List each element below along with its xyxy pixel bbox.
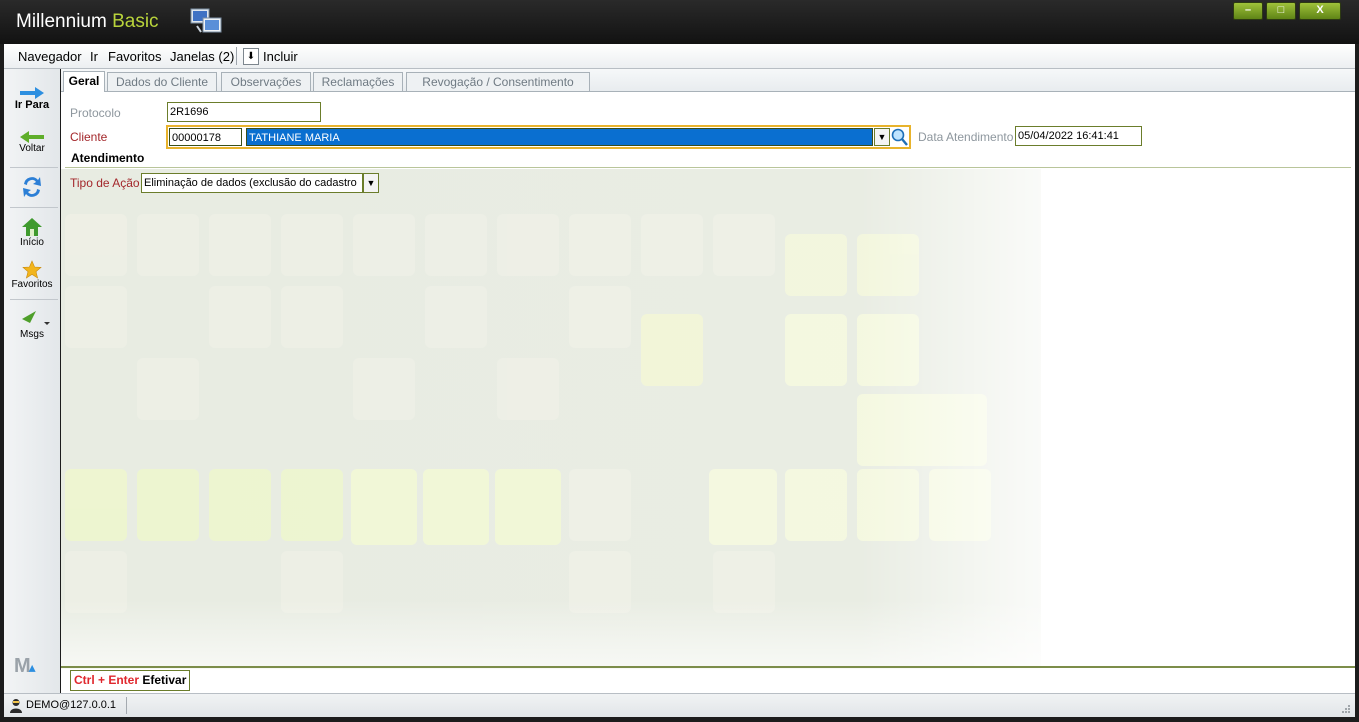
- data-atendimento-field[interactable]: 05/04/2022 16:41:41: [1015, 126, 1142, 146]
- status-separator: [126, 697, 127, 714]
- sidebar-label-voltar: Voltar: [19, 143, 45, 154]
- window-controls: – □ X: [1233, 2, 1341, 20]
- background-pattern: [61, 69, 1355, 693]
- section-divider: [65, 167, 1351, 168]
- menu-incluir[interactable]: Incluir: [263, 49, 298, 64]
- sidebar-label-inicio: Início: [20, 237, 44, 248]
- star-icon: [22, 260, 42, 279]
- menu-janelas[interactable]: Janelas (2): [170, 49, 234, 64]
- home-icon: [22, 218, 42, 236]
- cliente-field-group: 00000178 TATHIANE MARIA ▼: [166, 125, 911, 149]
- sidebar-separator: [10, 299, 58, 300]
- tipo-de-acao-select[interactable]: Eliminação de dados (exclusão do cadastr…: [141, 173, 363, 193]
- sidebar-item-msgs[interactable]: Msgs: [4, 309, 60, 340]
- sidebar-separator: [10, 207, 58, 208]
- tab-reclamacoes[interactable]: Reclamações: [313, 72, 403, 91]
- cliente-code-field[interactable]: 00000178: [169, 128, 242, 146]
- sidebar-item-inicio[interactable]: Início: [4, 217, 60, 248]
- maximize-button[interactable]: □: [1266, 2, 1296, 20]
- status-bar: DEMO@127.0.0.1: [4, 693, 1355, 717]
- tab-observacoes[interactable]: Observações: [221, 72, 311, 91]
- title-bar: Millennium Basic – □ X: [0, 0, 1359, 44]
- efetivar-button[interactable]: Ctrl + Enter Efetivar: [70, 670, 191, 691]
- search-icon[interactable]: [891, 127, 909, 147]
- main-content: Geral Dados do Cliente Observações Recla…: [61, 69, 1355, 693]
- efetivar-label: Efetivar: [142, 673, 187, 687]
- efetivar-shortcut: Ctrl + Enter: [74, 673, 140, 687]
- tab-dados-do-cliente[interactable]: Dados do Cliente: [107, 72, 217, 91]
- tipo-de-acao-dropdown-button[interactable]: ▼: [363, 173, 379, 193]
- app-logo-icon: [190, 8, 222, 33]
- section-title-atendimento: Atendimento: [71, 151, 145, 165]
- refresh-icon: [23, 177, 41, 197]
- menu-navegador[interactable]: Navegador: [18, 49, 82, 64]
- messages-icon: [22, 311, 50, 325]
- menu-favoritos[interactable]: Favoritos: [108, 49, 161, 64]
- cliente-label: Cliente: [70, 130, 108, 144]
- tab-bar: Geral Dados do Cliente Observações Recla…: [61, 69, 1355, 92]
- close-button[interactable]: X: [1299, 2, 1341, 20]
- sidebar-item-favoritos[interactable]: Favoritos: [4, 260, 60, 290]
- sidebar-item-refresh[interactable]: [4, 174, 60, 200]
- sidebar-item-ir-para[interactable]: Ir Para: [4, 87, 60, 111]
- resize-grip-icon[interactable]: [1341, 704, 1351, 714]
- cliente-dropdown-button[interactable]: ▼: [874, 128, 890, 146]
- incluir-dropdown-icon[interactable]: ⬇: [243, 48, 259, 65]
- app-title-accent: Basic: [112, 11, 159, 32]
- sidebar-item-voltar[interactable]: Voltar: [4, 131, 60, 154]
- sidebar-separator: [10, 167, 58, 168]
- cliente-name-field[interactable]: TATHIANE MARIA: [246, 128, 873, 146]
- menu-separator: [236, 47, 237, 65]
- minimize-button[interactable]: –: [1233, 2, 1263, 20]
- protocolo-field[interactable]: 2R1696: [167, 102, 321, 122]
- arrow-left-icon: [20, 131, 44, 143]
- protocolo-label: Protocolo: [70, 106, 121, 120]
- sidebar-label-ir-para: Ir Para: [14, 99, 50, 111]
- status-user: DEMO@127.0.0.1: [26, 699, 117, 711]
- menu-ir[interactable]: Ir: [90, 49, 98, 64]
- app-title-main: Millennium: [16, 11, 107, 32]
- menu-bar: Navegador Ir Favoritos Janelas (2) ⬇ Inc…: [4, 44, 1355, 69]
- tipo-de-acao-label: Tipo de Ação: [70, 176, 140, 190]
- arrow-right-icon: [20, 87, 44, 99]
- data-atendimento-label: Data Atendimento: [918, 130, 1014, 144]
- user-icon: [10, 699, 22, 713]
- sidebar-label-msgs: Msgs: [20, 329, 44, 340]
- tab-revogacao-consentimento[interactable]: Revogação / Consentimento: [406, 72, 590, 91]
- sidebar-label-favoritos: Favoritos: [11, 279, 53, 290]
- tab-geral[interactable]: Geral: [63, 71, 105, 92]
- sidebar: Ir Para Voltar Início Favoritos Msgs M▴: [4, 69, 60, 693]
- footer-divider: [61, 666, 1355, 668]
- app-title: Millennium Basic: [16, 11, 159, 33]
